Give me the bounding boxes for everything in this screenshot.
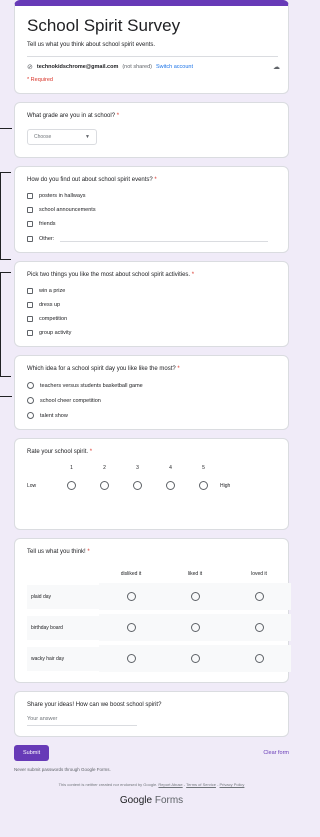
annotation-line-q4	[0, 396, 12, 397]
question-label: What grade are you in at school? *	[27, 113, 120, 119]
eye-off-icon: ⊘	[27, 64, 33, 71]
radio-icon[interactable]	[190, 623, 200, 632]
question-label: Rate your school spirit. *	[27, 449, 93, 455]
checkbox-option[interactable]: dress up	[27, 302, 278, 308]
radio-icon[interactable]	[126, 592, 136, 601]
password-warning: Never submit passwords through Google Fo…	[14, 767, 111, 772]
radio-icon[interactable]	[254, 592, 264, 601]
question-spirit-day: Which idea for a school spirit day you l…	[14, 355, 289, 430]
checkbox-icon[interactable]	[27, 316, 33, 322]
radio-icon[interactable]	[254, 654, 264, 663]
form-container: School Spirit Survey Tell us what you th…	[14, 0, 297, 806]
radio-icon[interactable]	[27, 412, 34, 419]
question-label: Tell us what you think! *	[27, 549, 90, 555]
question-ideas: Share your ideas! How can we boost schoo…	[14, 691, 289, 737]
scale-low-label: Low	[27, 482, 37, 489]
checkbox-option-other[interactable]: Other:	[27, 235, 278, 242]
annotation-bracket-q2	[0, 172, 11, 260]
checkbox-icon[interactable]	[27, 221, 33, 227]
dropdown-value: Choose	[34, 134, 52, 140]
radio-icon[interactable]	[133, 481, 142, 490]
question-rate-spirit: Rate your school spirit. * 1 2 3 4 5 Low…	[14, 438, 289, 530]
annotation-line-q1	[0, 128, 12, 129]
checkbox-option[interactable]: win a prize	[27, 288, 278, 294]
radio-option[interactable]: talent show	[27, 412, 278, 419]
grid-row-label: wacky hair day	[27, 646, 99, 671]
other-input[interactable]	[60, 235, 268, 242]
radio-icon[interactable]	[254, 623, 264, 632]
radio-icon[interactable]	[67, 481, 76, 490]
checkbox-icon[interactable]	[27, 330, 33, 336]
account-email: technokidschrome@gmail.com	[36, 64, 119, 70]
required-note: * Required	[27, 77, 53, 83]
question-grid: Tell us what you think! * disliked it li…	[14, 538, 291, 683]
question-label: Which idea for a school spirit day you l…	[27, 366, 180, 372]
radio-icon[interactable]	[190, 592, 200, 601]
radio-icon[interactable]	[126, 654, 136, 663]
clear-form-button[interactable]: Clear form	[263, 750, 289, 756]
checkbox-icon[interactable]	[27, 235, 33, 242]
caret-down-icon: ▼	[85, 134, 90, 140]
radio-icon[interactable]	[126, 623, 136, 632]
question-grade: What grade are you in at school? * Choos…	[14, 102, 289, 158]
not-shared-label: (not shared)	[122, 64, 152, 70]
checkbox-option[interactable]: competition	[27, 316, 278, 322]
page-title: School Spirit Survey	[27, 16, 181, 35]
checkbox-icon[interactable]	[27, 193, 33, 199]
terms-link[interactable]: Terms of Service	[186, 782, 216, 787]
choice-grid: disliked it liked it loved it plaid day …	[27, 565, 291, 672]
form-footer: Submit Clear form	[14, 745, 289, 761]
checkbox-icon[interactable]	[27, 207, 33, 213]
account-row: ⊘ technokidschrome@gmail.com (not shared…	[27, 56, 280, 71]
annotation-bracket-q3	[0, 272, 11, 377]
radio-option[interactable]: teachers versus students basketball game	[27, 382, 278, 389]
linear-scale: 1 2 3 4 5	[70, 465, 205, 471]
privacy-link[interactable]: Privacy Policy	[220, 782, 245, 787]
grid-column-header: liked it	[187, 571, 203, 577]
checkbox-option[interactable]: posters in hallways	[27, 193, 278, 199]
checkbox-icon[interactable]	[27, 288, 33, 294]
grid-column-header: loved it	[251, 571, 267, 577]
checkbox-icon[interactable]	[27, 302, 33, 308]
checkbox-option[interactable]: friends	[27, 221, 278, 227]
radio-icon[interactable]	[199, 481, 208, 490]
answer-input[interactable]: Your answer	[27, 716, 137, 726]
form-description: Tell us what you think about school spir…	[27, 42, 156, 48]
checkbox-option[interactable]: school announcements	[27, 207, 278, 213]
question-label: Share your ideas! How can we boost schoo…	[27, 702, 162, 708]
form-header: School Spirit Survey Tell us what you th…	[14, 0, 289, 94]
radio-icon[interactable]	[190, 654, 200, 663]
cloud-icon: ☁	[273, 64, 280, 71]
grid-row-label: birthday board	[27, 615, 99, 640]
grid-column-header: disliked it	[120, 571, 142, 577]
question-label: How do you find out about school spirit …	[27, 177, 157, 183]
question-pick-two: Pick two things you like the most about …	[14, 261, 289, 347]
question-find-out: How do you find out about school spirit …	[14, 166, 289, 253]
radio-icon[interactable]	[100, 481, 109, 490]
report-abuse-link[interactable]: Report Abuse	[158, 782, 182, 787]
google-forms-logo: Google Forms	[119, 795, 184, 806]
grid-row-label: plaid day	[27, 584, 99, 609]
radio-icon[interactable]	[27, 382, 34, 389]
grade-dropdown[interactable]: Choose ▼	[27, 129, 97, 145]
submit-button[interactable]: Submit	[14, 745, 50, 761]
disclaimer: This content is neither created nor endo…	[58, 782, 245, 787]
checkbox-option[interactable]: group activity	[27, 330, 278, 336]
scale-high-label: High	[220, 482, 231, 489]
switch-account-link[interactable]: Switch account	[156, 64, 193, 70]
question-label: Pick two things you like the most about …	[27, 272, 195, 278]
radio-icon[interactable]	[166, 481, 175, 490]
linear-scale-radios: Low High	[27, 481, 278, 490]
radio-icon[interactable]	[27, 397, 34, 404]
radio-option[interactable]: school cheer competition	[27, 397, 278, 404]
